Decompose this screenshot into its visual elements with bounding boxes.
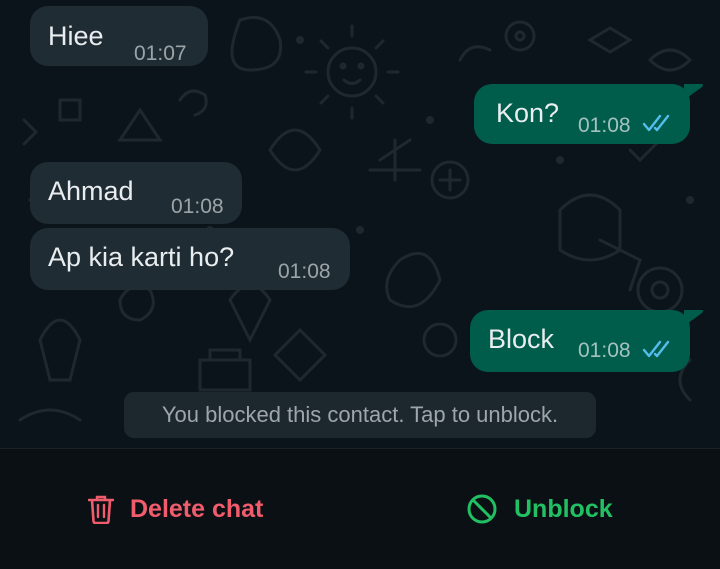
message-text: Ahmad — [48, 176, 134, 206]
message-time: 01:08 — [578, 114, 631, 137]
message-bubble-incoming[interactable]: Ap kia karti ho? 01:08 — [30, 228, 350, 290]
bubble-tail — [684, 310, 703, 326]
message-time: 01:07 — [134, 42, 187, 65]
chat-area[interactable]: Hiee 01:07 Kon? 01:08 Ahmad 01:08 Ap kia… — [0, 0, 720, 448]
message-time: 01:08 — [578, 339, 631, 362]
message-bubble-outgoing[interactable]: Kon? 01:08 — [474, 84, 690, 144]
message-text: Hiee — [48, 21, 104, 51]
delete-chat-button[interactable]: Delete chat — [88, 489, 263, 529]
message-time: 01:08 — [278, 260, 331, 283]
block-circle-icon — [467, 494, 497, 524]
message-text: Kon? — [496, 98, 560, 128]
unblock-label: Unblock — [514, 494, 613, 523]
blocked-chat-actions: Delete chat Unblock — [0, 448, 720, 569]
trash-icon — [88, 495, 114, 524]
delete-chat-label: Delete chat — [130, 494, 264, 523]
message-bubble-outgoing[interactable]: Block 01:08 — [470, 310, 690, 372]
bubble-tail — [684, 84, 703, 100]
message-bubble-incoming[interactable]: Ahmad 01:08 — [30, 162, 242, 224]
double-check-icon — [642, 114, 670, 132]
double-check-icon — [642, 340, 670, 358]
unblock-button[interactable]: Unblock — [466, 489, 613, 529]
message-time: 01:08 — [171, 195, 224, 218]
message-text: Ap kia karti ho? — [48, 242, 235, 272]
blocked-contact-notice[interactable]: You blocked this contact. Tap to unblock… — [124, 392, 596, 438]
wallpaper-doodles — [18, 16, 694, 424]
message-bubble-incoming[interactable]: Hiee 01:07 — [30, 6, 208, 66]
message-text: Block — [488, 324, 555, 354]
